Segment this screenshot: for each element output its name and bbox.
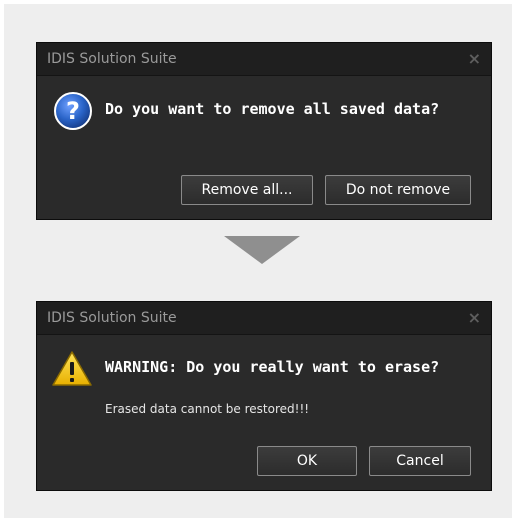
- down-arrow-icon: [224, 236, 300, 264]
- ok-button[interactable]: OK: [257, 446, 357, 476]
- illustration-canvas: IDIS Solution Suite × ? Do you want to r…: [4, 4, 512, 518]
- confirm-remove-dialog: IDIS Solution Suite × ? Do you want to r…: [36, 42, 492, 220]
- dialog-titlebar[interactable]: IDIS Solution Suite ×: [37, 43, 491, 76]
- remove-all-button[interactable]: Remove all...: [181, 175, 313, 205]
- dialog-title: IDIS Solution Suite: [47, 51, 177, 67]
- dialog-titlebar[interactable]: IDIS Solution Suite ×: [37, 302, 491, 335]
- warning-icon: [51, 350, 93, 392]
- svg-text:?: ?: [66, 97, 80, 125]
- do-not-remove-button[interactable]: Do not remove: [325, 175, 471, 205]
- dialog-message: WARNING: Do you really want to erase?: [105, 358, 440, 376]
- dialog-submessage: Erased data cannot be restored!!!: [105, 402, 310, 416]
- close-icon[interactable]: ×: [468, 49, 481, 68]
- cancel-button[interactable]: Cancel: [369, 446, 471, 476]
- warning-erase-dialog: IDIS Solution Suite × WARNING: Do you re…: [36, 301, 492, 491]
- dialog-message: Do you want to remove all saved data?: [105, 100, 440, 118]
- dialog-title: IDIS Solution Suite: [47, 310, 177, 326]
- question-icon: ?: [53, 91, 93, 135]
- close-icon[interactable]: ×: [468, 308, 481, 327]
